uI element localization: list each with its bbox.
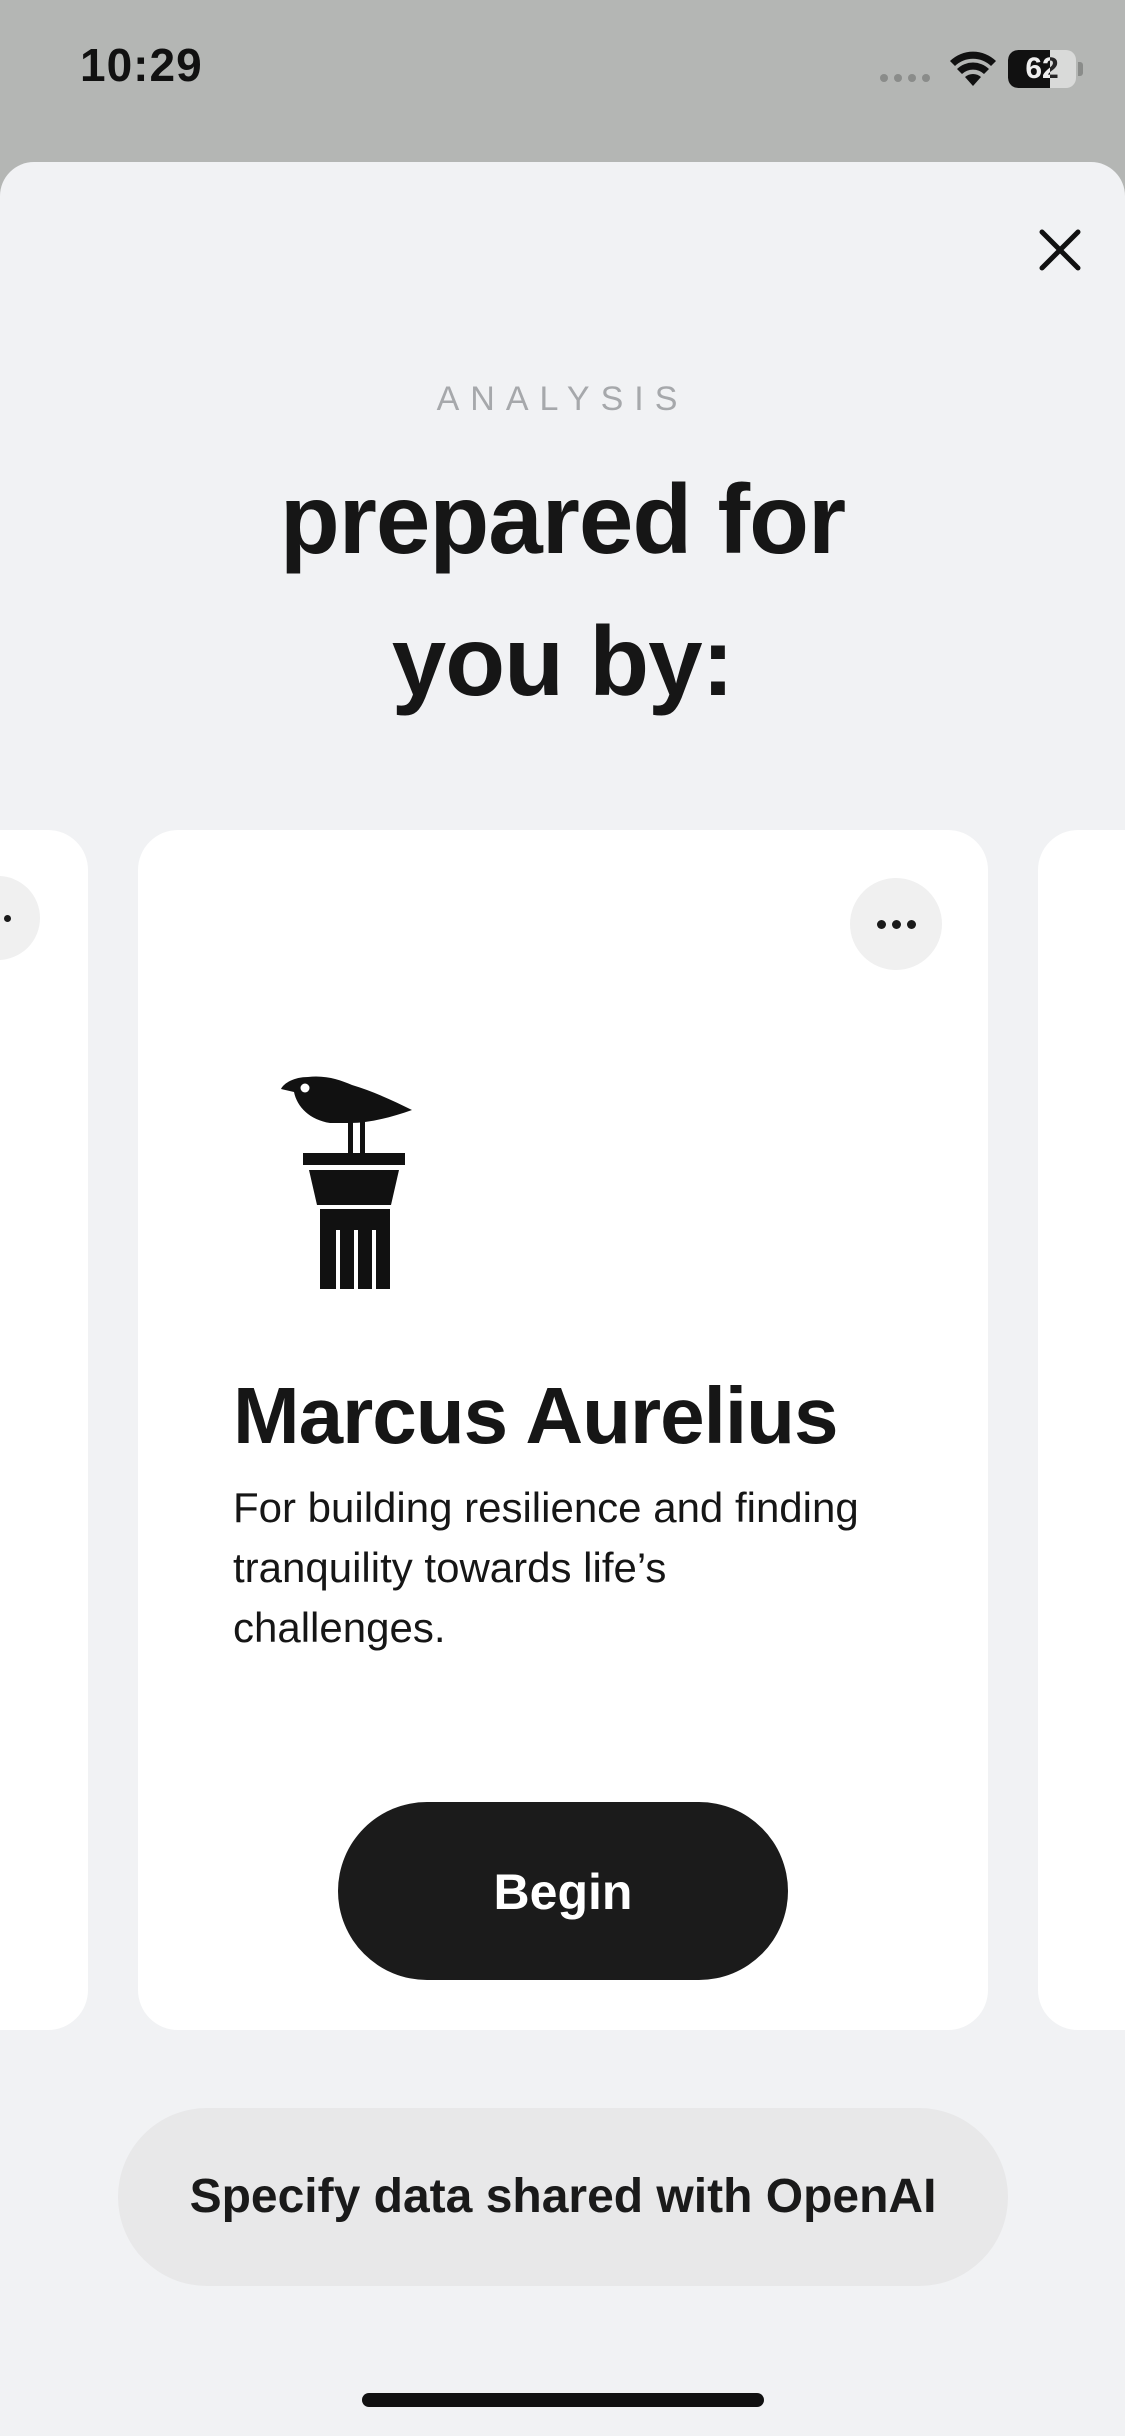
battery-indicator: 62 bbox=[1008, 50, 1076, 88]
page-title-line-1: prepared for bbox=[279, 464, 846, 574]
more-icon-dot bbox=[892, 920, 901, 929]
battery-level: 62 bbox=[1025, 52, 1059, 85]
status-bar: 10:29 62 bbox=[0, 0, 1125, 150]
next-persona-card[interactable] bbox=[1038, 830, 1125, 2030]
more-options-button[interactable] bbox=[850, 878, 942, 970]
more-icon bbox=[4, 915, 11, 922]
more-icon-dot bbox=[877, 920, 886, 929]
battery-cap bbox=[1078, 62, 1083, 76]
persona-card[interactable]: Marcus Aurelius For building resilience … bbox=[138, 830, 988, 2030]
more-options-button[interactable] bbox=[0, 876, 40, 960]
close-button[interactable] bbox=[1028, 218, 1092, 282]
close-icon bbox=[1039, 229, 1081, 271]
section-eyebrow: ANALYSIS bbox=[436, 380, 689, 418]
more-icon-dot bbox=[907, 920, 916, 929]
page-title: prepared for you by: bbox=[0, 448, 1125, 732]
persona-name: Marcus Aurelius bbox=[233, 1371, 838, 1460]
status-time: 10:29 bbox=[80, 39, 203, 91]
wifi-icon bbox=[950, 51, 996, 86]
persona-description: For building resilience and finding tran… bbox=[233, 1484, 859, 1651]
page-title-line-2: you by: bbox=[391, 606, 734, 716]
home-indicator[interactable] bbox=[362, 2393, 764, 2407]
cellular-signal-icon bbox=[880, 74, 930, 82]
begin-button[interactable]: Begin bbox=[338, 1802, 788, 1980]
bird-on-column-icon bbox=[281, 1076, 412, 1289]
analysis-sheet: ANALYSIS prepared for you by: Marcus Aur… bbox=[0, 162, 1125, 2436]
specify-data-shared-button[interactable]: Specify data shared with OpenAI bbox=[118, 2108, 1008, 2286]
previous-persona-card[interactable] bbox=[0, 830, 88, 2030]
